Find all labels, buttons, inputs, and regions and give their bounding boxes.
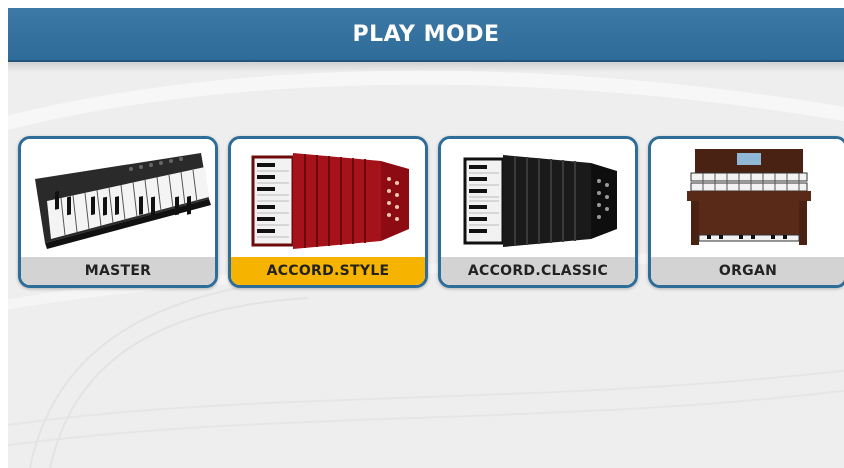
red-accordion-icon [231, 139, 425, 257]
black-accordion-icon [441, 139, 635, 257]
mode-card-accord-classic[interactable]: ACCORD.CLASSIC [438, 136, 638, 288]
mode-label-accord-style: ACCORD.STYLE [231, 257, 425, 285]
mode-card-accord-style[interactable]: ACCORD.STYLE [228, 136, 428, 288]
mode-label-organ: ORGAN [651, 257, 844, 285]
organ-icon [651, 139, 844, 257]
mode-card-organ[interactable]: ORGAN [648, 136, 844, 288]
header-shadow [8, 62, 844, 72]
mode-label-accord-classic: ACCORD.CLASSIC [441, 257, 635, 285]
header-bar: PLAY MODE [8, 8, 844, 62]
mode-label-master: MASTER [21, 257, 215, 285]
keyboard-icon [21, 139, 215, 257]
play-mode-screen: PLAY MODE MASTER ACCORD.STYLE ACCORD.CLA… [8, 8, 844, 468]
page-title: PLAY MODE [352, 21, 500, 47]
mode-card-master[interactable]: MASTER [18, 136, 218, 288]
